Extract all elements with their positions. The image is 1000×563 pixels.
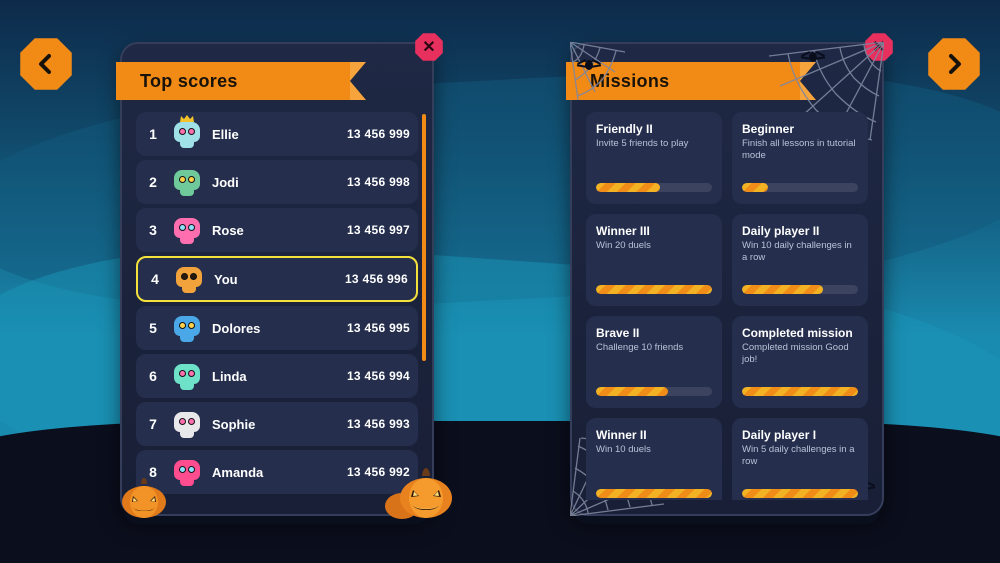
player-name: Amanda xyxy=(212,465,337,480)
player-name: Dolores xyxy=(212,321,337,336)
player-score: 13 456 993 xyxy=(347,417,410,431)
mission-title: Winner III xyxy=(596,224,712,238)
progress-fill xyxy=(596,387,668,396)
avatar-skull-icon xyxy=(172,168,202,196)
progress-fill xyxy=(596,489,712,498)
progress-bar xyxy=(742,285,858,294)
top-scores-panel: Top scores ✕ 1Ellie13 456 9992Jodi13 456… xyxy=(120,42,434,516)
rank: 2 xyxy=(144,174,162,190)
avatar-skull-icon xyxy=(172,216,202,244)
chevron-right-icon xyxy=(942,52,966,76)
mission-title: Winner II xyxy=(596,428,712,442)
player-name: Rose xyxy=(212,223,337,238)
score-row[interactable]: 4 You 13 456 996 xyxy=(136,256,418,302)
player-name: Ellie xyxy=(212,127,337,142)
avatar-skull-icon xyxy=(174,265,204,293)
rank: 7 xyxy=(144,416,162,432)
panel-title: Missions xyxy=(566,62,800,100)
avatar-skull-icon xyxy=(172,362,202,390)
mission-title: Beginner xyxy=(742,122,858,136)
progress-bar xyxy=(596,285,712,294)
mission-card[interactable]: Daily player II Win 10 daily challenges i… xyxy=(732,214,868,306)
progress-fill xyxy=(742,387,858,396)
mission-title: Daily player II xyxy=(742,224,858,238)
mission-card[interactable]: Brave II Challenge 10 friends xyxy=(586,316,722,408)
scores-list[interactable]: 1 Ellie 13 456 999 2 Jodi 13 456 998 3 Rose 13 4… xyxy=(136,112,418,496)
mission-card[interactable]: Daily player I Win 5 daily challenges in … xyxy=(732,418,868,500)
mission-desc: Challenge 10 friends xyxy=(596,342,712,387)
mission-card[interactable]: Beginner Finish all lessons in tutorial m… xyxy=(732,112,868,204)
avatar-skull-icon xyxy=(172,120,202,148)
progress-bar xyxy=(596,387,712,396)
mission-card[interactable]: Winner II Win 10 duels xyxy=(586,418,722,500)
mission-title: Daily player I xyxy=(742,428,858,442)
rank: 3 xyxy=(144,222,162,238)
chevron-left-icon xyxy=(34,52,58,76)
scrollbar-thumb[interactable] xyxy=(422,114,426,361)
progress-fill xyxy=(596,285,712,294)
score-row[interactable]: 1 Ellie 13 456 999 xyxy=(136,112,418,156)
score-row[interactable]: 3 Rose 13 456 997 xyxy=(136,208,418,252)
mission-desc: Win 20 duels xyxy=(596,240,712,285)
panel-title-ribbon: Missions xyxy=(566,62,836,100)
progress-bar xyxy=(742,183,858,192)
avatar-skull-icon xyxy=(172,410,202,438)
player-score: 13 456 995 xyxy=(347,321,410,335)
ribbon-tail xyxy=(350,62,366,100)
score-row[interactable]: 5 Dolores 13 456 995 xyxy=(136,306,418,350)
rank: 5 xyxy=(144,320,162,336)
progress-bar xyxy=(742,387,858,396)
mission-card[interactable]: Winner III Win 20 duels xyxy=(586,214,722,306)
mission-desc: Win 10 duels xyxy=(596,444,712,489)
scrollbar[interactable] xyxy=(422,114,426,494)
mission-desc: Win 5 daily challenges in a row xyxy=(742,444,858,489)
mission-card[interactable]: Completed mission Completed mission Good … xyxy=(732,316,868,408)
progress-bar xyxy=(742,489,858,498)
mission-title: Friendly II xyxy=(596,122,712,136)
missions-panel: Missions ✕ Friendly IIIn xyxy=(570,42,884,516)
avatar-skull-icon xyxy=(172,314,202,342)
progress-fill xyxy=(596,183,660,192)
mission-title: Brave II xyxy=(596,326,712,340)
progress-fill xyxy=(742,183,768,192)
score-row[interactable]: 6 Linda 13 456 994 xyxy=(136,354,418,398)
progress-bar xyxy=(596,183,712,192)
progress-fill xyxy=(742,489,858,498)
mission-desc: Finish all lessons in tutorial mode xyxy=(742,138,858,183)
rank: 6 xyxy=(144,368,162,384)
player-score: 13 456 994 xyxy=(347,369,410,383)
player-score: 13 456 996 xyxy=(345,272,408,286)
score-row[interactable]: 8 Amanda 13 456 992 xyxy=(136,450,418,494)
missions-grid[interactable]: Friendly II Invite 5 friends to play Begin… xyxy=(586,112,868,500)
player-name: You xyxy=(214,272,335,287)
rank: 8 xyxy=(144,464,162,480)
player-score: 13 456 998 xyxy=(347,175,410,189)
player-name: Linda xyxy=(212,369,337,384)
player-score: 13 456 992 xyxy=(347,465,410,479)
player-name: Jodi xyxy=(212,175,337,190)
progress-fill xyxy=(742,285,823,294)
panel-title-ribbon: Top scores xyxy=(116,62,386,100)
avatar-skull-icon xyxy=(172,458,202,486)
player-name: Sophie xyxy=(212,417,337,432)
mission-card[interactable]: Friendly II Invite 5 friends to play xyxy=(586,112,722,204)
mission-title: Completed mission xyxy=(742,326,858,340)
panel-title: Top scores xyxy=(116,62,350,100)
mission-desc: Invite 5 friends to play xyxy=(596,138,712,183)
progress-bar xyxy=(596,489,712,498)
score-row[interactable]: 7 Sophie 13 456 993 xyxy=(136,402,418,446)
rank: 1 xyxy=(144,126,162,142)
player-score: 13 456 997 xyxy=(347,223,410,237)
score-row[interactable]: 2 Jodi 13 456 998 xyxy=(136,160,418,204)
mission-desc: Win 10 daily challenges in a row xyxy=(742,240,858,285)
player-score: 13 456 999 xyxy=(347,127,410,141)
rank: 4 xyxy=(146,271,164,287)
ribbon-tail xyxy=(800,62,816,100)
mission-desc: Completed mission Good job! xyxy=(742,342,858,387)
